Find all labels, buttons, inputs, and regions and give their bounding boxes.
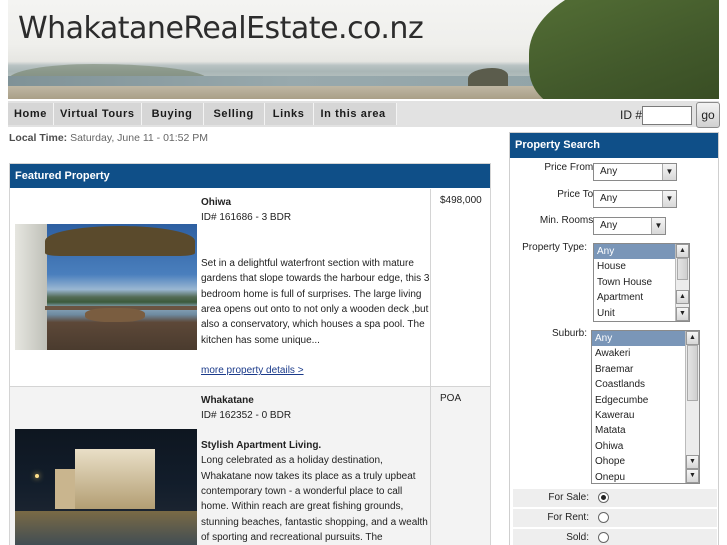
nav-virtual-tours[interactable]: Virtual Tours [53, 103, 142, 125]
listing-description: Long celebrated as a holiday destination… [201, 455, 428, 544]
property-search-panel: Property Search Price From: Any ▼ Price … [509, 132, 719, 545]
listing-name: Whakatane [201, 395, 254, 406]
local-time: Local Time: Saturday, June 11 - 01:52 PM [9, 132, 208, 144]
banner-headland [529, 0, 719, 99]
for-rent-radio[interactable] [598, 512, 609, 523]
list-item[interactable]: Edgecumbe [592, 393, 699, 408]
list-item[interactable]: Any [592, 331, 699, 347]
property-photo[interactable] [15, 224, 197, 350]
suburb-label: Suburb: [551, 328, 587, 339]
for-sale-radio[interactable] [598, 492, 609, 503]
page: WhakataneRealEstate.co.nz Home Virtual T… [0, 0, 727, 545]
scroll-down-icon[interactable]: ▼ [686, 469, 699, 483]
featured-property-heading: Featured Property [10, 164, 490, 188]
listing-item: Ohiwa ID# 161686 - 3 BDR Set in a deligh… [10, 189, 490, 386]
property-type-list[interactable]: Any House Town House Apartment Unit ▲ ▲ … [593, 243, 690, 322]
listing-description: Set in a delightful waterfront section w… [201, 257, 430, 346]
list-item[interactable]: Ohope [592, 454, 699, 469]
scroll-down-icon[interactable]: ▼ [676, 307, 689, 321]
nav-links[interactable]: Links [264, 103, 314, 125]
listing-price: POA [430, 387, 490, 545]
local-time-value: Saturday, June 11 - 01:52 PM [70, 132, 209, 144]
listing-name: Ohiwa [201, 197, 232, 208]
list-item[interactable]: Ohiwa [592, 439, 699, 454]
property-photo[interactable] [15, 429, 197, 545]
scroll-up-icon[interactable]: ▲ [686, 331, 699, 345]
nav-buying[interactable]: Buying [141, 103, 204, 125]
list-item[interactable]: Awakeri [592, 346, 699, 361]
scrollbar[interactable]: ▲ ▲ ▼ [675, 244, 689, 321]
featured-property-panel: Featured Property Ohiwa ID# 161686 - 3 B… [9, 163, 491, 545]
sold-radio[interactable] [598, 532, 609, 543]
list-item[interactable]: Matata [592, 423, 699, 438]
min-rooms-select[interactable]: Any ▼ [593, 217, 666, 235]
listing-info: Whakatane ID# 162352 - 0 BDR Stylish Apa… [201, 393, 432, 545]
listing-headline: Stylish Apartment Living. [201, 439, 322, 451]
price-from-select[interactable]: Any ▼ [593, 163, 677, 181]
scroll-down-icon[interactable]: ▼ [686, 455, 699, 469]
listing-id: ID# 162352 - 0 BDR [201, 410, 292, 422]
price-from-label: Price From: [544, 162, 596, 173]
chevron-down-icon: ▼ [651, 218, 665, 234]
banner-rock [468, 68, 508, 86]
sold-row: Sold: [513, 529, 717, 545]
id-search-input[interactable] [642, 106, 692, 125]
listing-info: Ohiwa ID# 161686 - 3 BDR Set in a deligh… [201, 195, 432, 379]
listing-price: $498,000 [430, 189, 490, 386]
scroll-up-icon[interactable]: ▲ [676, 244, 689, 258]
sold-label: Sold: [566, 532, 589, 543]
scroll-up-icon[interactable]: ▲ [676, 290, 689, 304]
for-sale-row: For Sale: [513, 489, 717, 507]
price-to-label: Price To: [557, 189, 596, 200]
for-sale-label: For Sale: [548, 492, 589, 503]
go-button[interactable]: go [696, 102, 720, 128]
local-time-label: Local Time: [9, 132, 68, 144]
nav-in-this-area[interactable]: In this area [313, 103, 397, 125]
list-item[interactable]: Kawerau [592, 408, 699, 423]
listing-id: ID# 161686 - 3 BDR [201, 212, 292, 224]
nav-home[interactable]: Home [8, 103, 54, 125]
id-search-label: ID # [620, 108, 643, 122]
scrollbar[interactable]: ▲ ▼ ▼ [685, 331, 699, 483]
more-details-link[interactable]: more property details > [201, 363, 432, 378]
chevron-down-icon: ▼ [662, 191, 676, 207]
property-type-label: Property Type: [522, 242, 587, 253]
listing-item: Whakatane ID# 162352 - 0 BDR Stylish Apa… [10, 386, 490, 545]
for-rent-row: For Rent: [513, 509, 717, 527]
suburb-list[interactable]: Any Awakeri Braemar Coastlands Edgecumbe… [591, 330, 700, 484]
list-item[interactable]: Braemar [592, 362, 699, 377]
chevron-down-icon: ▼ [662, 164, 676, 180]
scroll-thumb[interactable] [677, 258, 688, 280]
list-item[interactable]: Onepu [592, 470, 699, 483]
site-title: WhakataneRealEstate.co.nz [18, 11, 424, 46]
nav-selling[interactable]: Selling [203, 103, 265, 125]
for-rent-label: For Rent: [547, 512, 589, 523]
min-rooms-label: Min. Rooms: [539, 215, 596, 226]
main-nav: Home Virtual Tours Buying Selling Links … [8, 103, 397, 125]
property-search-heading: Property Search [510, 133, 718, 158]
scroll-thumb[interactable] [687, 345, 698, 401]
list-item[interactable]: Coastlands [592, 377, 699, 392]
header-banner: WhakataneRealEstate.co.nz [8, 0, 719, 99]
price-to-select[interactable]: Any ▼ [593, 190, 677, 208]
